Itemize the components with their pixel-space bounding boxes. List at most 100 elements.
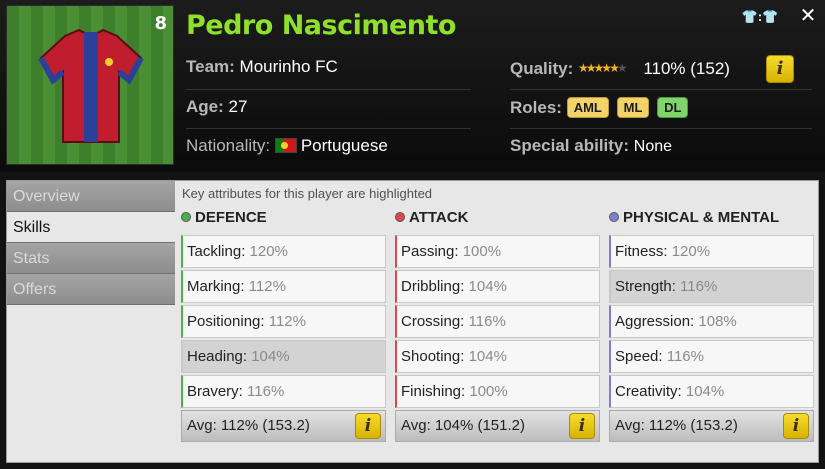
- skill-value: 120%: [671, 243, 711, 260]
- tab-skills[interactable]: Skills: [7, 212, 175, 243]
- quality-info-button[interactable]: i: [766, 55, 794, 83]
- attack-column: ATTACK Passing: 100% Dribbling: 104% Cro…: [395, 209, 600, 442]
- tab-stats[interactable]: Stats: [7, 243, 175, 274]
- average-value: Avg: 112% (153.2): [187, 417, 310, 434]
- role-badge-dl: DL: [657, 97, 689, 118]
- role-badge-ml: ML: [616, 97, 650, 118]
- age-value: 27: [228, 97, 248, 116]
- attack-dot-icon: [395, 212, 405, 222]
- skill-aggression: Aggression: 108%: [609, 305, 814, 338]
- skill-value: 116%: [666, 348, 704, 365]
- skill-heading: Heading: 104%: [181, 340, 386, 373]
- portugal-flag-icon: [274, 138, 297, 153]
- skill-value: 116%: [468, 313, 506, 330]
- roles-row: Roles: AML ML DL: [510, 97, 691, 118]
- special-ability-value: None: [633, 138, 673, 155]
- skill-value: 112%: [248, 278, 286, 295]
- skill-label: Passing:: [401, 243, 459, 260]
- defence-dot-icon: [181, 212, 191, 222]
- roles-label: Roles:: [510, 98, 562, 117]
- skill-label: Speed:: [615, 348, 663, 365]
- skill-value: 112%: [268, 313, 306, 330]
- skill-finishing: Finishing: 100%: [395, 375, 600, 408]
- physical-mental-column: PHYSICAL & MENTAL Fitness: 120% Strength…: [609, 209, 814, 442]
- skill-label: Aggression:: [615, 313, 695, 330]
- skill-label: Crossing:: [401, 313, 465, 330]
- tab-overview[interactable]: Overview: [7, 181, 175, 212]
- attack-info-button[interactable]: i: [569, 413, 595, 439]
- skill-value: 120%: [249, 243, 288, 260]
- skill-creativity: Creativity: 104%: [609, 375, 814, 408]
- defence-title: DEFENCE: [195, 209, 267, 226]
- column-header: DEFENCE: [181, 209, 386, 235]
- skill-bravery: Bravery: 116%: [181, 375, 386, 408]
- skill-shooting: Shooting: 104%: [395, 340, 600, 373]
- physical-dot-icon: [609, 212, 619, 222]
- skill-speed: Speed: 116%: [609, 340, 814, 373]
- quality-label: Quality:: [510, 59, 574, 78]
- player-portrait: 8: [6, 5, 174, 165]
- role-badge-aml: AML: [566, 97, 609, 118]
- quality-stars-icon: ★★★★★★: [578, 61, 627, 75]
- skill-value: 104%: [468, 348, 507, 365]
- divider: [186, 89, 471, 90]
- special-ability-label: Special ability:: [510, 136, 630, 155]
- defence-column: DEFENCE Tackling: 120% Marking: 112% Pos…: [181, 209, 386, 442]
- compare-shirts-icon[interactable]: 👕:👕: [733, 6, 787, 28]
- highlight-hint: Key attributes for this player are highl…: [182, 186, 433, 201]
- skill-value: 100%: [462, 243, 502, 260]
- skill-value: 108%: [698, 313, 737, 330]
- skill-label: Marking:: [187, 278, 245, 295]
- age-row: Age: 27: [186, 97, 247, 117]
- skill-label: Strength:: [615, 278, 676, 295]
- nationality-label: Nationality:: [186, 136, 271, 155]
- team-label: Team:: [186, 57, 235, 76]
- quality-row: Quality: ★★★★★★ 110% (152): [510, 59, 730, 79]
- divider: [510, 128, 812, 129]
- column-header: PHYSICAL & MENTAL: [609, 209, 814, 235]
- skill-label: Fitness:: [615, 243, 668, 260]
- skill-label: Finishing:: [401, 383, 466, 400]
- skill-passing: Passing: 100%: [395, 235, 600, 268]
- skill-label: Positioning:: [187, 313, 265, 330]
- skill-label: Bravery:: [187, 383, 243, 400]
- team-row: Team: Mourinho FC: [186, 57, 338, 77]
- skill-strength: Strength: 116%: [609, 270, 814, 303]
- team-value[interactable]: Mourinho FC: [240, 57, 338, 76]
- quality-value: 110% (152): [643, 59, 730, 78]
- column-header: ATTACK: [395, 209, 600, 235]
- physical-info-button[interactable]: i: [783, 413, 809, 439]
- defence-average: Avg: 112% (153.2) i: [181, 410, 386, 442]
- skills-panel: Overview Skills Stats Offers Key attribu…: [6, 180, 819, 463]
- shirt-number: 8: [154, 13, 167, 34]
- physical-mental-title: PHYSICAL & MENTAL: [623, 209, 780, 226]
- skill-label: Creativity:: [615, 383, 682, 400]
- player-name: Pedro Nascimento: [186, 10, 456, 41]
- divider: [510, 89, 812, 90]
- skill-value: 100%: [469, 383, 508, 400]
- player-header: 8 Pedro Nascimento Team: Mourinho FC Age…: [0, 0, 825, 172]
- skill-dribbling: Dribbling: 104%: [395, 270, 600, 303]
- skill-value: 104%: [685, 383, 725, 400]
- average-value: Avg: 112% (153.2): [615, 417, 738, 434]
- physical-mental-average: Avg: 112% (153.2) i: [609, 410, 814, 442]
- skill-fitness: Fitness: 120%: [609, 235, 814, 268]
- nationality-value: Portuguese: [300, 136, 388, 155]
- skill-value: 104%: [251, 348, 290, 365]
- defence-info-button[interactable]: i: [355, 413, 381, 439]
- skill-label: Shooting:: [401, 348, 465, 365]
- attack-title: ATTACK: [409, 209, 469, 226]
- skill-value: 116%: [680, 278, 718, 295]
- skill-label: Dribbling:: [401, 278, 465, 295]
- tab-list: Overview Skills Stats Offers: [7, 181, 175, 305]
- skill-tackling: Tackling: 120%: [181, 235, 386, 268]
- skill-value: 116%: [247, 383, 285, 400]
- skill-label: Heading:: [187, 348, 248, 365]
- close-icon[interactable]: ✕: [795, 6, 821, 28]
- shirt-icon: [38, 28, 144, 143]
- age-label: Age:: [186, 97, 224, 116]
- skill-crossing: Crossing: 116%: [395, 305, 600, 338]
- skill-label: Tackling:: [187, 243, 246, 260]
- tab-offers[interactable]: Offers: [7, 274, 175, 305]
- attack-average: Avg: 104% (151.2) i: [395, 410, 600, 442]
